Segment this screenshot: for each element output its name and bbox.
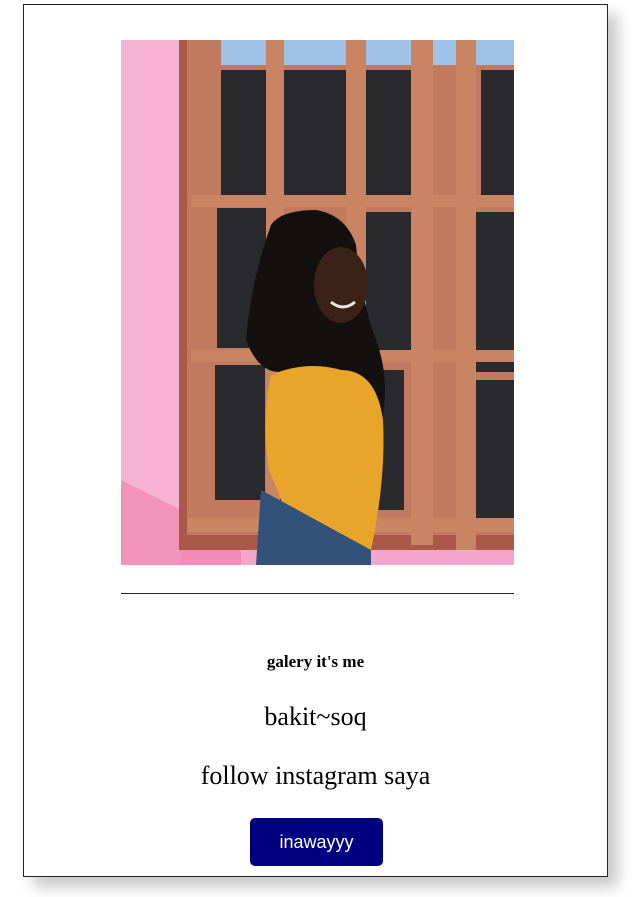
gallery-card: galery it's me bakit~soq follow instagra… — [23, 4, 608, 877]
divider-line — [121, 593, 514, 594]
instagram-button[interactable]: inawayyy — [250, 818, 383, 866]
gallery-title: galery it's me — [266, 652, 365, 671]
profile-photo — [121, 40, 514, 565]
follow-text: follow instagram saya — [200, 761, 431, 790]
profile-name: bakit~soq — [264, 702, 367, 731]
photo-illustration — [121, 40, 514, 565]
